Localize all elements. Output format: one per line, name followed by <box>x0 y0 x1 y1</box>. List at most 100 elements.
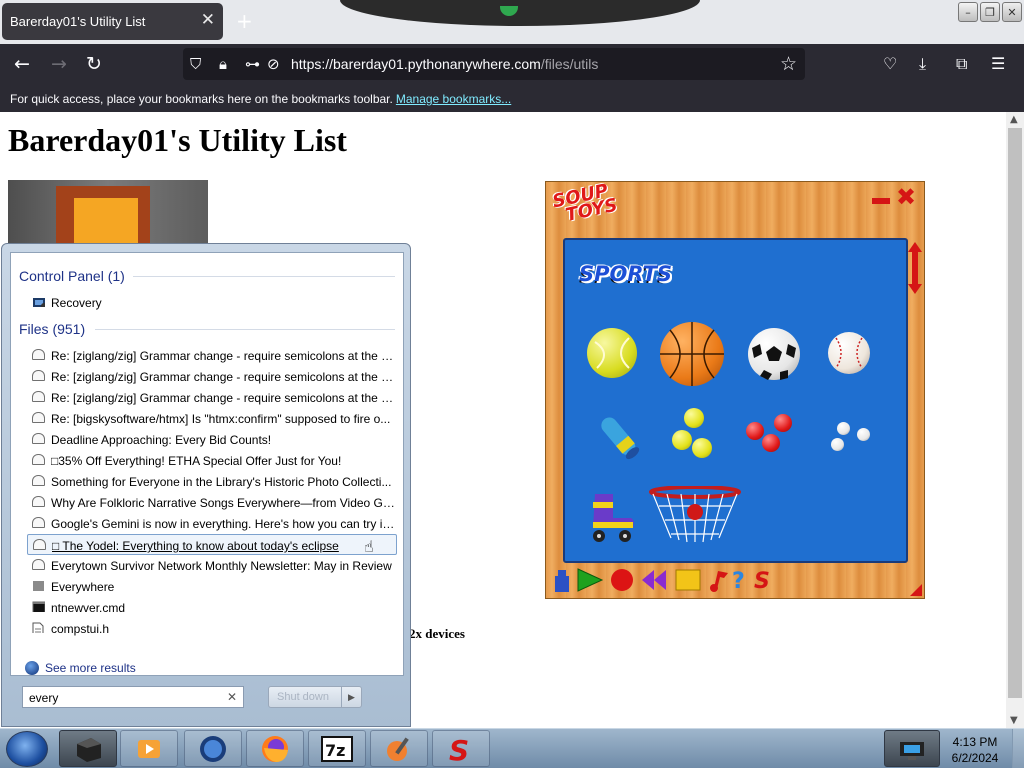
game-resize-handle[interactable] <box>910 584 922 596</box>
taskbar-7zip[interactable]: 7z <box>308 730 366 767</box>
red-balls-toy[interactable] <box>746 414 794 460</box>
back-button[interactable]: ← <box>14 54 30 74</box>
file-result[interactable]: Something for Everyone in the Library's … <box>27 471 397 492</box>
result-label: ntnewver.cmd <box>51 601 126 615</box>
clock-date: 6/2/2024 <box>951 751 999 765</box>
shuttle-tube-toy[interactable] <box>595 412 643 462</box>
utility-thumbnail[interactable] <box>8 180 208 244</box>
menu-icon[interactable]: ☰ <box>991 54 1005 73</box>
browser-tab[interactable]: Barerday01's Utility List ✕ <box>2 3 223 40</box>
shutdown-button[interactable]: Shut down ▶ <box>268 686 362 708</box>
record-tool-icon[interactable] <box>608 568 636 592</box>
rewind-tool-icon[interactable] <box>640 568 668 592</box>
stop-tool-icon[interactable] <box>674 568 702 592</box>
play-tool-icon[interactable] <box>576 568 604 592</box>
tracking-off-icon[interactable]: ⊘ <box>267 55 280 73</box>
file-result[interactable]: Why Are Folkloric Narrative Songs Everyw… <box>27 492 397 513</box>
control-panel-result[interactable]: Recovery <box>27 292 397 313</box>
file-result[interactable]: ntnewver.cmd <box>27 597 397 618</box>
mouse-pointer-icon: ☝ <box>364 537 374 556</box>
address-bar[interactable]: ⛉ 🔒︎ ⊶ ⊘ https://barerday01.pythonanywhe… <box>183 48 805 80</box>
start-search-input[interactable]: every ✕ <box>22 686 244 708</box>
taskbar-soup-toys[interactable]: S <box>432 730 490 767</box>
taskbar-globe-app[interactable] <box>184 730 242 767</box>
taskbar-paint-app[interactable] <box>370 730 428 767</box>
start-button[interactable] <box>6 731 48 767</box>
music-tool-icon[interactable] <box>708 568 730 592</box>
baseball-toy[interactable] <box>828 332 870 374</box>
scrollbar-thumb[interactable] <box>1008 128 1022 698</box>
restore-button[interactable]: ❐ <box>980 2 1000 22</box>
sports-play-field[interactable]: SPORTS <box>563 238 908 563</box>
taskbar: 7z S 4:13 PM 6/2/2024 <box>0 728 1024 768</box>
url-text[interactable]: https://barerday01.pythonanywhere.com/fi… <box>291 56 598 72</box>
basketball-hoop-toy[interactable] <box>649 485 741 544</box>
file-result[interactable]: compstui.h <box>27 618 397 639</box>
result-label: Re: [bigskysoftware/htmx] Is "htmx:confi… <box>51 412 391 426</box>
file-result[interactable]: Google's Gemini is now in everything. He… <box>27 513 397 534</box>
reload-button[interactable]: ↻ <box>86 54 102 74</box>
help-tool-icon[interactable]: ? <box>730 568 752 592</box>
result-label: Why Are Folkloric Narrative Songs Everyw… <box>51 496 396 510</box>
file-result[interactable]: Re: [bigskysoftware/htmx] Is "htmx:confi… <box>27 408 397 429</box>
bookmark-star-icon[interactable]: ☆ <box>780 53 797 75</box>
search-globe-icon <box>25 661 39 675</box>
file-result[interactable]: Re: [ziglang/zig] Grammar change - requi… <box>27 345 397 366</box>
game-minimize-button[interactable] <box>872 198 890 204</box>
see-more-results-link[interactable]: See more results <box>25 661 136 675</box>
soup-tool-icon[interactable]: S <box>752 568 774 592</box>
shield-icon[interactable]: ⛉ <box>190 55 201 73</box>
system-clock[interactable]: 4:13 PM 6/2/2024 <box>946 734 1004 766</box>
taskbar-app-box[interactable] <box>59 730 117 767</box>
window-top-decoration <box>340 0 700 26</box>
file-result[interactable]: Re: [ziglang/zig] Grammar change - requi… <box>27 387 397 408</box>
svg-text:S: S <box>449 734 469 764</box>
mail-icon <box>32 370 45 381</box>
files-header[interactable]: Files (951) <box>19 321 85 337</box>
white-balls-toy[interactable] <box>831 420 875 454</box>
file-result[interactable]: Everytown Survivor Network Monthly Newsl… <box>27 555 397 576</box>
file-result[interactable]: Re: [ziglang/zig] Grammar change - requi… <box>27 366 397 387</box>
close-window-button[interactable]: ✕ <box>1002 2 1022 22</box>
mail-icon <box>32 391 45 402</box>
download-icon[interactable]: ⤓ <box>919 54 926 74</box>
file-result[interactable]: Deadline Approaching: Every Bid Counts! <box>27 429 397 450</box>
file-result[interactable]: Everywhere <box>27 576 397 597</box>
notification-tray[interactable] <box>884 730 940 767</box>
file-result[interactable]: □ The Yodel: Everything to know about to… <box>27 534 397 555</box>
basketball-toy[interactable] <box>660 322 724 386</box>
permissions-icon[interactable]: ⊶ <box>245 55 260 73</box>
mail-icon <box>32 496 45 507</box>
game-close-button[interactable]: ✖ <box>896 184 916 210</box>
game-scroll-arrow[interactable] <box>908 242 922 294</box>
window-controls: – ❐ ✕ <box>958 2 1022 22</box>
mail-icon <box>32 517 45 528</box>
page-title: Barerday01's Utility List <box>8 122 347 158</box>
lock-icon[interactable]: 🔒︎ <box>219 55 227 73</box>
shutdown-options-arrow-icon[interactable]: ▶ <box>341 687 361 707</box>
soup-toys-logo: SOUP TOYS <box>551 180 620 226</box>
scroll-up-icon[interactable]: ▲ <box>1010 114 1018 125</box>
show-desktop-button[interactable] <box>1012 729 1024 768</box>
new-tab-button[interactable]: + <box>236 9 253 33</box>
pocket-icon[interactable]: ♡ <box>883 54 897 73</box>
soccer-ball-toy[interactable] <box>748 328 800 380</box>
tab-close-icon[interactable]: ✕ <box>201 11 215 28</box>
roller-skate-toy[interactable] <box>587 492 637 544</box>
minimize-button[interactable]: – <box>958 2 978 22</box>
scroll-down-icon[interactable]: ▼ <box>1010 715 1018 726</box>
bucket-tool-icon[interactable] <box>552 568 572 592</box>
search-query: every <box>29 691 59 705</box>
taskbar-media-player[interactable] <box>120 730 178 767</box>
control-panel-header[interactable]: Control Panel (1) <box>19 268 125 284</box>
clear-search-icon[interactable]: ✕ <box>227 690 237 704</box>
forward-button[interactable]: → <box>51 54 67 74</box>
file-result[interactable]: □35% Off Everything! ETHA Special Offer … <box>27 450 397 471</box>
taskbar-firefox[interactable] <box>246 730 304 767</box>
extensions-icon[interactable]: ⧉ <box>956 54 967 74</box>
page-scrollbar[interactable]: ▲ ▼ <box>1006 112 1024 728</box>
result-label: Everytown Survivor Network Monthly Newsl… <box>51 559 392 573</box>
tennis-ball-toy[interactable] <box>587 328 637 378</box>
yellow-balls-toy[interactable] <box>672 408 716 464</box>
manage-bookmarks-link[interactable]: Manage bookmarks... <box>396 92 511 106</box>
